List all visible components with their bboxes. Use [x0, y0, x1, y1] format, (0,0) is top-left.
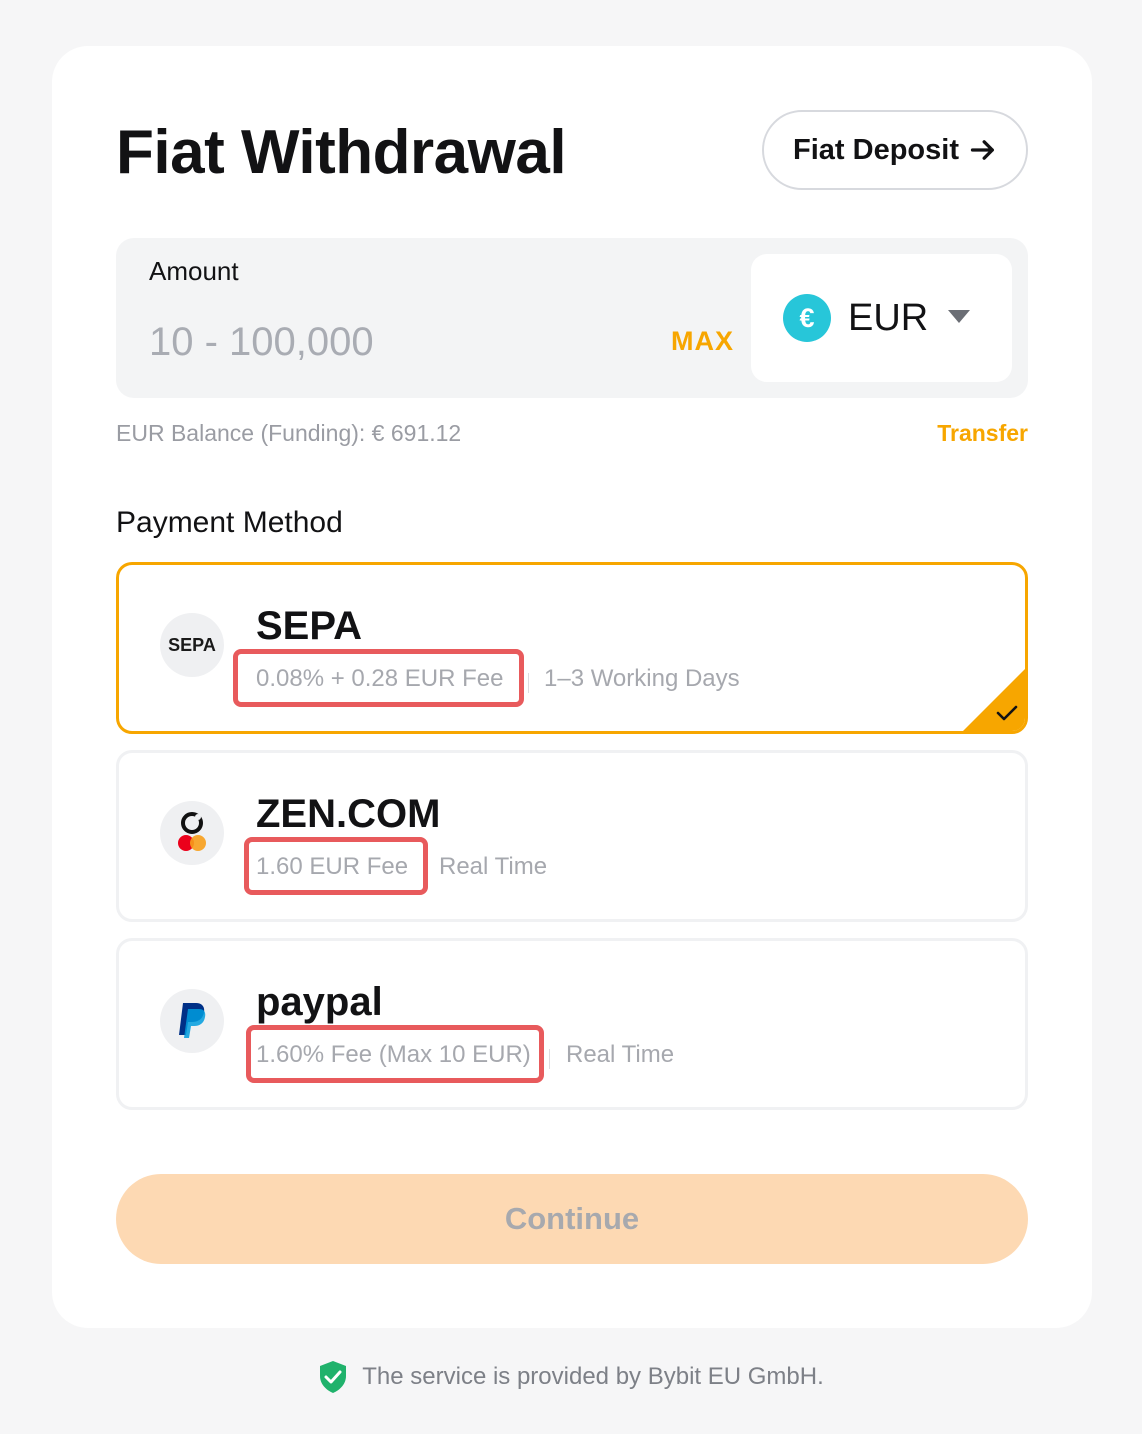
method-name: SEPA: [256, 604, 362, 648]
currency-select[interactable]: € EUR: [751, 254, 1012, 382]
amount-field-container: Amount MAX € EUR: [116, 238, 1028, 398]
payment-method-heading: Payment Method: [116, 506, 343, 539]
zen-logo: [160, 801, 224, 865]
method-time: Real Time: [439, 853, 548, 880]
transfer-link[interactable]: Transfer: [937, 420, 1028, 447]
euro-coin-icon: €: [783, 294, 831, 342]
method-fee: 1.60 EUR Fee: [256, 853, 409, 880]
withdrawal-card: Fiat Withdrawal Fiat Deposit Amount MAX …: [52, 46, 1092, 1328]
method-fee: 1.60% Fee (Max 10 EUR): [256, 1041, 531, 1068]
divider: [549, 1049, 550, 1069]
max-button[interactable]: MAX: [671, 326, 734, 357]
sepa-logo: SEPA: [160, 613, 224, 677]
funding-balance: EUR Balance (Funding): € 691.12: [116, 420, 462, 446]
payment-method-zen[interactable]: ZEN.COM 1.60 EUR Fee Real Time: [116, 750, 1028, 922]
method-time: Real Time: [566, 1041, 675, 1068]
svg-text:SEPA: SEPA: [168, 635, 216, 655]
method-name: paypal: [256, 980, 383, 1024]
continue-button[interactable]: Continue: [116, 1174, 1028, 1264]
method-fee: 0.08% + 0.28 EUR Fee: [256, 665, 504, 692]
payment-method-sepa[interactable]: SEPA SEPA 0.08% + 0.28 EUR Fee 1–3 Worki…: [116, 562, 1028, 734]
currency-code: EUR: [848, 297, 929, 339]
footer: The service is provided by Bybit EU GmbH…: [0, 1360, 1142, 1394]
caret-down-icon: [948, 310, 970, 323]
method-time: 1–3 Working Days: [544, 665, 740, 692]
footer-text: The service is provided by Bybit EU GmbH…: [362, 1363, 824, 1390]
paypal-logo: [160, 989, 224, 1053]
fiat-deposit-button[interactable]: Fiat Deposit: [762, 110, 1028, 190]
method-name: ZEN.COM: [256, 792, 441, 836]
payment-method-paypal[interactable]: paypal 1.60% Fee (Max 10 EUR) Real Time: [116, 938, 1028, 1110]
checkmark-icon: [996, 705, 1018, 721]
amount-input[interactable]: [149, 314, 649, 370]
arrow-right-icon: [970, 140, 994, 160]
fiat-deposit-label: Fiat Deposit: [793, 133, 959, 166]
page-title: Fiat Withdrawal: [116, 118, 567, 187]
divider: [528, 673, 529, 693]
shield-check-icon: [320, 1361, 347, 1393]
amount-label: Amount: [149, 256, 239, 286]
